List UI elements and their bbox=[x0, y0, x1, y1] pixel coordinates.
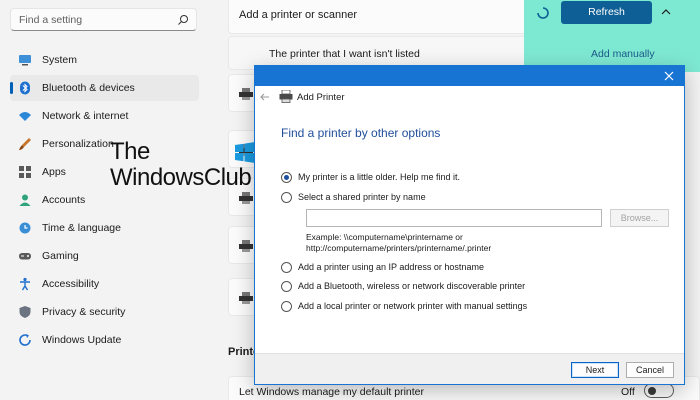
example-line2: http://computername/printers/printername… bbox=[306, 243, 492, 253]
example-line1: Example: \\computername\printername or bbox=[306, 232, 463, 242]
refresh-button[interactable]: Refresh bbox=[561, 1, 652, 24]
sidebar-item-system[interactable]: System bbox=[10, 47, 199, 73]
sidebar-item-gaming[interactable]: Gaming bbox=[10, 243, 199, 269]
sidebar-item-accessibility[interactable]: Accessibility bbox=[10, 271, 199, 297]
sidebar-item-privacy-security[interactable]: Privacy & security bbox=[10, 299, 199, 325]
default-printer-label: Let Windows manage my default printer bbox=[239, 386, 425, 398]
dialog-titlebar bbox=[255, 66, 684, 86]
accessibility-icon bbox=[20, 277, 30, 291]
sidebar-item-bluetooth-devices[interactable]: Bluetooth & devices bbox=[10, 75, 199, 101]
sidebar-item-label: Privacy & security bbox=[42, 306, 126, 318]
add-manually-button[interactable]: Add manually bbox=[591, 48, 655, 60]
option-label: My printer is a little older. Help me fi… bbox=[298, 172, 461, 182]
radio-button[interactable] bbox=[281, 172, 292, 183]
default-printer-toggle[interactable] bbox=[644, 383, 674, 398]
dialog-heading: Find a printer by other options bbox=[281, 126, 441, 140]
option-label: Add a local printer or network printer w… bbox=[298, 301, 528, 311]
next-button[interactable]: Next bbox=[571, 362, 619, 378]
search-placeholder: Find a setting bbox=[19, 14, 83, 26]
printer-icon bbox=[239, 240, 253, 252]
option-label: Add a printer using an IP address or hos… bbox=[298, 262, 484, 272]
search-icon bbox=[178, 15, 188, 25]
loading-spinner-icon bbox=[537, 7, 549, 19]
radio-button[interactable] bbox=[281, 192, 292, 203]
sidebar-item-label: Network & internet bbox=[42, 110, 129, 122]
sidebar-item-time-language[interactable]: Time & language bbox=[10, 215, 199, 241]
dialog-footer: Next Cancel bbox=[255, 353, 684, 384]
shield-icon bbox=[19, 306, 31, 318]
update-icon bbox=[19, 334, 31, 346]
example-text: Example: \\computername\printername or h… bbox=[306, 232, 491, 254]
option-label: Add a Bluetooth, wireless or network dis… bbox=[298, 281, 526, 291]
monitor-icon bbox=[19, 55, 31, 66]
apps-grid-icon bbox=[19, 166, 31, 178]
windows-logo-icon bbox=[235, 142, 255, 163]
sidebar-item-label: Bluetooth & devices bbox=[42, 82, 135, 94]
sidebar-item-label: Windows Update bbox=[42, 334, 122, 346]
gamepad-icon bbox=[19, 253, 31, 260]
sidebar-item-label: Time & language bbox=[42, 222, 121, 234]
sidebar-item-label: System bbox=[42, 54, 78, 66]
toggle-state-label: Off bbox=[621, 386, 635, 398]
sidebar-item-label: Gaming bbox=[42, 250, 79, 262]
radio-button[interactable] bbox=[281, 301, 292, 312]
radio-button[interactable] bbox=[281, 262, 292, 273]
brush-icon bbox=[19, 138, 31, 150]
sidebar-item-network[interactable]: Network & internet bbox=[10, 103, 199, 129]
chevron-up-icon[interactable] bbox=[659, 5, 673, 19]
back-arrow-icon[interactable] bbox=[259, 91, 271, 103]
printer-icon bbox=[239, 292, 253, 304]
person-icon bbox=[19, 194, 31, 206]
browse-button[interactable]: Browse... bbox=[610, 209, 669, 227]
bluetooth-icon bbox=[20, 81, 30, 95]
toggle-knob bbox=[648, 387, 656, 395]
selection-indicator bbox=[10, 82, 13, 94]
printer-icon bbox=[239, 88, 253, 100]
option-label: Select a shared printer by name bbox=[298, 192, 426, 202]
add-printer-dialog: Add Printer Find a printer by other opti… bbox=[254, 65, 685, 385]
sidebar-item-label: Apps bbox=[42, 166, 66, 178]
search-box[interactable]: Find a setting bbox=[10, 8, 197, 31]
globe-clock-icon bbox=[19, 222, 31, 234]
close-icon[interactable] bbox=[662, 69, 676, 83]
add-printer-label: Add a printer or scanner bbox=[239, 9, 358, 21]
wifi-icon bbox=[19, 112, 31, 121]
printer-icon bbox=[279, 90, 293, 103]
printer-not-listed-label: The printer that I want isn't listed bbox=[269, 48, 420, 60]
cancel-button[interactable]: Cancel bbox=[626, 362, 674, 378]
dialog-header: Add Printer bbox=[255, 86, 684, 108]
sidebar-item-label: Personalization bbox=[42, 138, 114, 150]
sidebar-item-label: Accounts bbox=[42, 194, 86, 206]
watermark: The WindowsClub bbox=[110, 138, 270, 198]
watermark-line1: The bbox=[110, 138, 150, 165]
sidebar-item-label: Accessibility bbox=[42, 278, 100, 290]
sidebar-item-windows-update[interactable]: Windows Update bbox=[10, 327, 199, 353]
dialog-title: Add Printer bbox=[297, 92, 345, 103]
watermark-line2: WindowsClub bbox=[110, 164, 252, 191]
settings-nav: Find a setting System Bluetooth & device… bbox=[0, 0, 210, 400]
radio-button[interactable] bbox=[281, 281, 292, 292]
shared-printer-name-input[interactable] bbox=[306, 209, 602, 227]
